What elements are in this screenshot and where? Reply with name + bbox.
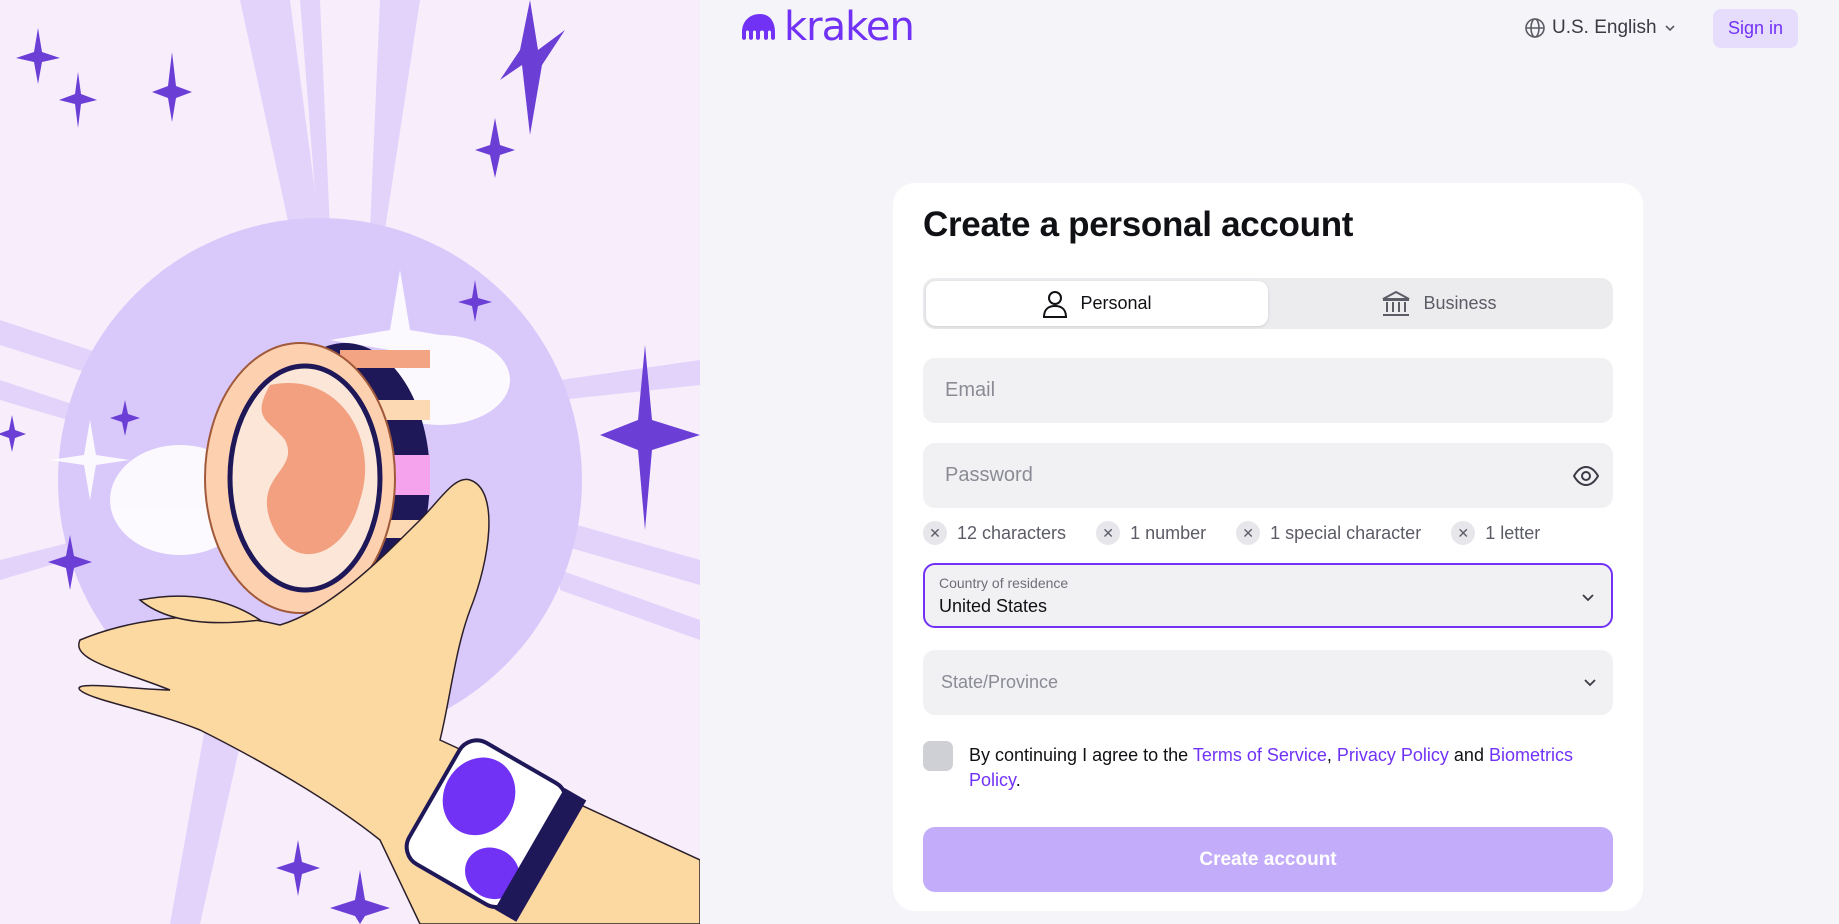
language-selector[interactable]: U.S. English [1524,12,1677,44]
person-icon [1043,290,1068,318]
hero-illustration [0,0,700,924]
country-select[interactable]: Country of residence United States [923,563,1613,628]
requirement-label: 1 number [1130,522,1207,543]
chevron-down-icon [1664,25,1675,32]
requirement-label: 1 letter [1485,522,1541,543]
country-select-value: United States [939,596,1048,616]
eye-icon[interactable] [1573,465,1599,487]
page-title: Create a personal account [923,205,1354,244]
tab-business[interactable]: Business [1268,281,1610,326]
terms-separator: , [1326,745,1337,765]
requirement-item: ✕ 1 letter [1451,521,1540,545]
terms-text: By continuing I agree to the Terms of Se… [969,743,1613,793]
password-input[interactable] [925,445,1611,506]
tab-personal[interactable]: Personal [926,281,1268,326]
sign-in-button[interactable]: Sign in [1713,9,1798,48]
tab-personal-label: Personal [1080,293,1152,313]
terms-agreement: By continuing I agree to the Terms of Se… [923,741,1613,793]
terms-and: and [1448,745,1489,765]
signup-card: Create a personal account Personal Busin… [893,183,1643,911]
email-field-wrapper [923,358,1613,423]
requirement-item: ✕ 1 number [1096,521,1206,545]
close-icon: ✕ [1236,521,1261,545]
terms-suffix: . [1015,770,1021,790]
privacy-policy-link[interactable]: Privacy Policy [1337,745,1449,765]
terms-of-service-link[interactable]: Terms of Service [1193,745,1327,765]
state-select-placeholder: State/Province [941,672,1059,692]
requirement-label: 12 characters [957,522,1067,543]
kraken-logo-icon [742,14,775,40]
requirement-label: 1 special character [1270,522,1422,543]
terms-prefix: By continuing I agree to the [969,745,1193,765]
account-type-toggle: Personal Business [923,278,1613,329]
language-label: U.S. English [1552,17,1657,38]
password-field-wrapper [923,443,1613,508]
kraken-logo[interactable]: kraken [740,4,915,50]
state-select[interactable]: State/Province [923,650,1613,715]
tab-business-label: Business [1423,293,1497,313]
close-icon: ✕ [1451,521,1476,545]
chevron-down-icon [1582,594,1594,602]
globe-icon [1525,18,1545,38]
country-select-label: Country of residence [939,575,1069,591]
terms-checkbox[interactable] [923,741,953,771]
email-input[interactable] [925,360,1611,421]
password-requirements: ✕ 12 characters ✕ 1 number ✕ 1 special c… [923,517,1613,549]
kraken-logo-text: kraken [784,4,915,50]
bank-icon [1382,290,1410,316]
chevron-down-icon [1584,679,1596,687]
close-icon: ✕ [923,521,947,545]
requirement-item: ✕ 1 special character [1236,521,1421,545]
create-account-button[interactable]: Create account [923,827,1613,892]
requirement-item: ✕ 12 characters [923,521,1066,545]
close-icon: ✕ [1096,521,1121,545]
